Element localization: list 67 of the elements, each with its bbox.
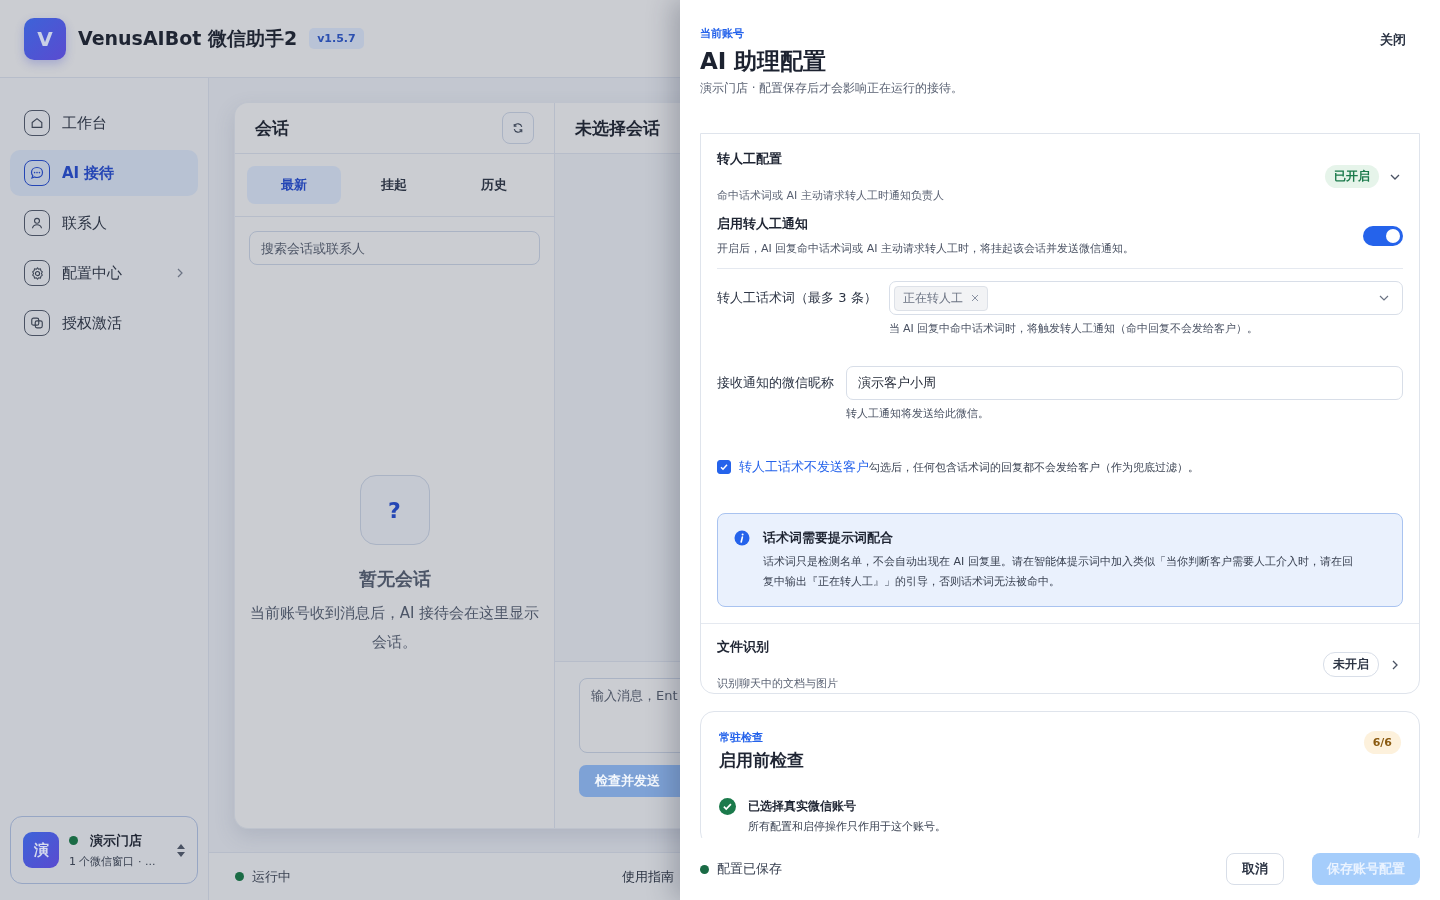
cancel-button[interactable]: 取消 — [1226, 853, 1284, 885]
field-hint: 当 AI 回复中命中话术词时，将触发转人工通知（命中回复不会发给客户）。 — [888, 321, 1260, 336]
status-badge: 已开启 — [1325, 165, 1379, 188]
field-label: 接收通知的微信昵称 — [717, 374, 834, 392]
home-icon — [30, 116, 44, 130]
section-description: 识别聊天中的文档与图片 — [717, 676, 839, 691]
keyword-tag: 正在转人工 — [893, 285, 988, 311]
drawer-title: AI 助理配置 — [700, 47, 828, 76]
setting-description: 开启后，AI 回复命中话术词或 AI 主动请求转人工时，将挂起该会话并发送微信通知。 — [717, 241, 1135, 256]
checkmark-icon — [719, 462, 729, 472]
notice-text: 话术词只是检测名单，不会自动出现在 AI 回复里。请在智能体提示词中加入类似「当你判断客户需要人工介入时，请在回复中输出『正在转人工』」的引导，否则话术词无法被命中。 — [763, 554, 1354, 590]
person-icon — [30, 216, 44, 230]
field-label: 转人工话术词（最多 3 条） — [717, 289, 877, 307]
field-hint: 转人工通知将发送给此微信。 — [846, 406, 990, 421]
chat-bubble-icon — [29, 165, 45, 181]
remove-icon[interactable] — [970, 294, 979, 302]
checkbox-label[interactable]: 转人工话术不发送客户 — [739, 458, 869, 476]
overlapping-squares-icon — [30, 316, 44, 330]
section-description: 命中话术词或 AI 主动请求转人工时通知负责人 — [717, 188, 945, 203]
version-badge: v1.5.7 — [309, 28, 364, 49]
check-title: 已选择真实微信账号 — [748, 798, 857, 815]
search-field[interactable]: 搜索会话或联系人 — [249, 231, 540, 265]
card-eyebrow: 常驻检查 — [719, 730, 764, 745]
settings-icon — [29, 265, 45, 281]
refresh-icon — [512, 122, 524, 134]
account-avatar: 演 — [23, 832, 59, 868]
refresh-button[interactable] — [502, 112, 534, 144]
notice-title: 话术词需要提示词配合 — [763, 529, 894, 547]
keyword-select-field[interactable]: 正在转人工 — [888, 281, 1403, 315]
section-title: 转人工配置 — [717, 150, 783, 168]
check-description: 所有配置和启停操作只作用于这个账号。 — [748, 819, 946, 834]
checkbox[interactable] — [717, 460, 731, 474]
save-status: 配置已保存 — [717, 860, 782, 878]
count-badge: 6/6 — [1363, 731, 1401, 754]
chat-title: 未选择会话 — [575, 116, 660, 140]
nickname-field[interactable]: 演示客户小周 — [846, 366, 1403, 400]
app-logo: V — [24, 17, 66, 60]
app-name: VenusAIBot 微信助手2 — [78, 25, 298, 51]
setting-label: 启用转人工通知 — [717, 215, 809, 233]
message-input[interactable]: 输入消息，Ent — [579, 678, 680, 753]
section-title: 文件识别 — [717, 638, 770, 656]
conversation-tab[interactable]: 挂起 — [347, 166, 441, 204]
conversation-tab[interactable]: 历史 — [447, 166, 541, 204]
sidebar-item[interactable]: AI 接待 — [10, 150, 198, 196]
account-switcher[interactable]: 演 演示门店 1 个微信窗口 · ... — [10, 816, 198, 884]
sidebar-item[interactable]: 工作台 — [10, 100, 198, 146]
toggle-switch[interactable] — [1363, 225, 1403, 246]
sort-arrows-icon — [177, 843, 185, 857]
card-title: 启用前检查 — [719, 749, 804, 772]
drawer-subtitle: 演示门店 · 配置保存后才会影响正在运行的接待。 — [700, 80, 964, 97]
sidebar-item[interactable]: 授权激活 — [10, 300, 198, 346]
close-button[interactable]: 关闭 — [1380, 28, 1406, 52]
checkbox-description: 勾选后，任何包含话术词的回复都不会发给客户（作为兜底过滤）。 — [869, 459, 1199, 475]
info-icon — [734, 530, 750, 546]
help-link[interactable]: 使用指南 — [622, 867, 674, 886]
sidebar-item[interactable]: 配置中心 — [10, 250, 198, 296]
sidebar-item[interactable]: 联系人 — [10, 200, 198, 246]
empty-message: 当前账号收到消息后，AI 接待会在这里显示会话。 — [248, 603, 541, 653]
status-badge: 未开启 — [1323, 652, 1379, 677]
drawer-eyebrow: 当前账号 — [700, 26, 745, 41]
empty-title: 暂无会话 — [358, 567, 431, 591]
question-mark-icon: ? — [359, 475, 430, 545]
status-text: 运行中 — [252, 867, 291, 886]
conversation-tab[interactable]: 最新 — [247, 166, 341, 204]
panel-title: 会话 — [255, 116, 289, 140]
account-name: 演示门店 — [90, 831, 142, 850]
account-detail: 1 个微信窗口 · ... — [69, 853, 157, 869]
